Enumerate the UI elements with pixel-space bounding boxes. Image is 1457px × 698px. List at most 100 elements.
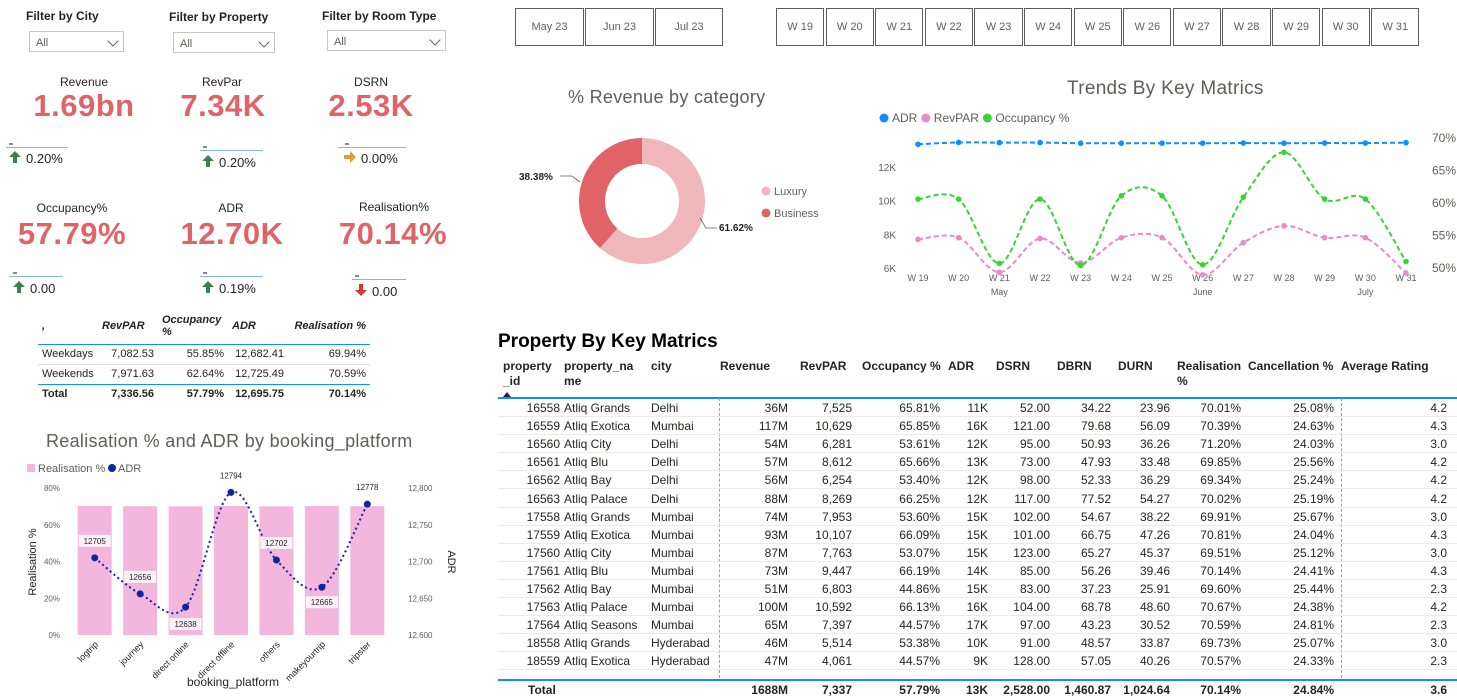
column-header[interactable]: RevPAR <box>800 359 846 374</box>
week-button[interactable]: W 20 <box>825 8 874 46</box>
filter-property-dropdown[interactable]: All <box>173 32 275 53</box>
table-cell: 12K <box>966 491 988 506</box>
table-cell: 43.23 <box>1080 618 1111 633</box>
table-cell: 73.00 <box>1019 455 1050 470</box>
column-header[interactable]: DBRN <box>1057 359 1092 374</box>
trend-chart[interactable]: ADR RevPAR Occupancy % 12K 10K 8K 6K 70% 65% 60% 5… <box>860 105 1457 300</box>
data-point <box>1118 140 1125 146</box>
column-header[interactable]: city <box>651 359 672 374</box>
table-row[interactable]: 16562 Atliq Bay Delhi 56M 6,254 53.40% 12K 98.0… <box>498 471 1457 490</box>
table-cell: 17561 <box>526 563 560 578</box>
column-header[interactable]: property _id <box>503 359 552 389</box>
table-row[interactable]: 17561 Atliq Blu Mumbai 73M 9,447 66.19% 14K 85.… <box>498 562 1457 580</box>
table-cell: Weekdays <box>42 348 94 360</box>
table-row[interactable]: 16560 Atliq City Delhi 54M 6,281 53.61% 12K 95.… <box>498 435 1457 454</box>
platform-title: Realisation % and ADR by booking_platfor… <box>46 431 413 451</box>
table-cell: 53.61% <box>899 437 940 452</box>
table-cell: 13K <box>965 683 988 697</box>
legend-label: ADR <box>118 463 141 475</box>
column-header[interactable]: ADR <box>948 359 974 374</box>
month-button-jun[interactable]: Jun 23 <box>585 8 654 46</box>
table-row[interactable]: 17562 Atliq Bay Mumbai 51M 6,803 44.86% 15K 83.… <box>498 580 1457 599</box>
month-button-may[interactable]: May 23 <box>515 8 584 46</box>
table-cell: 56.09 <box>1139 419 1170 434</box>
donut-slice-business <box>579 138 642 248</box>
table-cell: 6,281 <box>821 437 852 452</box>
table-cell: 16559 <box>526 419 560 434</box>
week-button[interactable]: W 31 <box>1371 8 1420 46</box>
table-header-row: , RevPAR Occupancy % ADR Realisation % <box>38 314 370 338</box>
table-cell: 50.93 <box>1080 437 1111 452</box>
y-tick-label: 80% <box>44 484 60 493</box>
table-cell: 25.24% <box>1293 473 1334 488</box>
column-header[interactable]: Average Rating <box>1341 359 1429 374</box>
column-header[interactable]: DURN <box>1118 359 1153 374</box>
week-button[interactable]: W 24 <box>1024 8 1073 46</box>
column-header[interactable]: Cancellation % <box>1248 359 1333 374</box>
column-header[interactable]: property_na me <box>564 359 633 389</box>
donut-leader-line <box>560 175 581 183</box>
data-point <box>915 196 921 202</box>
table-cell: 25.07% <box>1293 636 1334 651</box>
table-cell: 10,629 <box>815 419 852 434</box>
column-header[interactable]: Occupancy % <box>862 359 941 374</box>
filter-room-type-dropdown[interactable]: All <box>327 30 446 51</box>
data-point <box>1321 196 1328 202</box>
table-row[interactable]: 17563 Atliq Palace Mumbai 100M 10,592 66.13% 1… <box>498 598 1457 617</box>
week-button[interactable]: W 27 <box>1172 8 1222 46</box>
data-label: 12778 <box>356 483 379 492</box>
column-header[interactable]: DSRN <box>996 359 1030 374</box>
week-button[interactable]: W 25 <box>1073 8 1122 46</box>
table-cell: 7,525 <box>821 401 852 415</box>
week-button[interactable]: W 30 <box>1321 8 1370 46</box>
data-point <box>996 260 1003 267</box>
revenue-category-donut[interactable]: 61.62% 38.38% Luxury Business <box>500 120 840 280</box>
table-cell: 15K <box>966 527 988 542</box>
table-row[interactable]: 18558 Atliq Grands Hyderabad 46M 5,514 53.38%… <box>498 634 1457 653</box>
table-cell: 73M <box>764 563 788 578</box>
table-row[interactable]: 17564 Atliq Seasons Mumbai 65M 7,397 44.57% 17… <box>498 616 1457 635</box>
table-row[interactable]: 16563 Atliq Palace Delhi 88M 8,269 66.25% 12K 1… <box>498 490 1457 508</box>
donut-title: % Revenue by category <box>568 87 766 107</box>
column-header[interactable]: Revenue <box>720 359 770 374</box>
table-cell: 17K <box>966 618 988 633</box>
arrow-up-icon <box>8 150 22 167</box>
table-cell: 71.20% <box>1200 437 1241 452</box>
week-button[interactable]: W 28 <box>1222 8 1271 46</box>
table-cell: 52.00 <box>1019 401 1050 415</box>
table-row[interactable]: 17558 Atliq Grands Mumbai 74M 7,953 53.60% 15K… <box>498 508 1457 526</box>
table-row[interactable]: 17559 Atliq Exotica Mumbai 93M 10,107 66.09% 1… <box>498 526 1457 544</box>
table-row[interactable]: 16558 Atliq Grands Delhi 36M 7,525 65.81% 11K 5… <box>498 399 1457 418</box>
month-button-jul[interactable]: Jul 23 <box>655 8 723 46</box>
table-cell: 4.2 <box>1430 491 1447 506</box>
filter-city-title: Filter by City <box>26 9 99 23</box>
table-cell: 6,803 <box>821 582 852 596</box>
week-button[interactable]: W 22 <box>924 8 974 46</box>
table-row[interactable]: 16559 Atliq Exotica Mumbai 117M 10,629 65.85%… <box>498 417 1457 436</box>
table-cell: 1688M <box>751 683 788 697</box>
series-line-occupancy <box>917 151 1407 267</box>
table-cell: 15K <box>966 545 988 560</box>
table-row[interactable]: 17560 Atliq City Mumbai 87M 7,763 53.07% 15K 12… <box>498 544 1457 562</box>
trend-title: Trends By Key Matrics <box>1067 78 1264 99</box>
week-button[interactable]: W 23 <box>974 8 1023 46</box>
table-row[interactable]: 16561 Atliq Blu Delhi 57M 8,612 65.66% 13K 73.0… <box>498 453 1457 472</box>
table-row[interactable]: 18559 Atliq Exotica Hyderabad 47M 4,061 44.57… <box>498 652 1457 671</box>
week-button[interactable]: W 26 <box>1123 8 1172 46</box>
table-cell: 55.85% <box>186 348 224 360</box>
table-cell: Atliq Seasons <box>564 618 638 633</box>
platform-chart[interactable]: Realisation % ADR 80% 60% 40% 20% 0% 12,800 12,7… <box>20 455 460 693</box>
kpi-change: 0.00% <box>361 151 398 166</box>
table-cell: 5,514 <box>821 636 852 651</box>
data-point <box>1403 258 1409 265</box>
column-header[interactable]: Realisation % <box>1177 359 1241 389</box>
week-button[interactable]: W 29 <box>1272 8 1321 46</box>
table-cell: 65.66% <box>899 455 940 470</box>
week-button[interactable]: W 19 <box>776 8 825 46</box>
table-cell: 4.3 <box>1430 563 1447 578</box>
filter-city-dropdown[interactable]: All <box>29 31 124 52</box>
table-cell: 54.67 <box>1080 509 1111 524</box>
table-cell: 12,695.75 <box>235 388 284 401</box>
table-cell: Atliq Exotica <box>564 419 631 434</box>
week-button[interactable]: W 21 <box>875 8 924 46</box>
